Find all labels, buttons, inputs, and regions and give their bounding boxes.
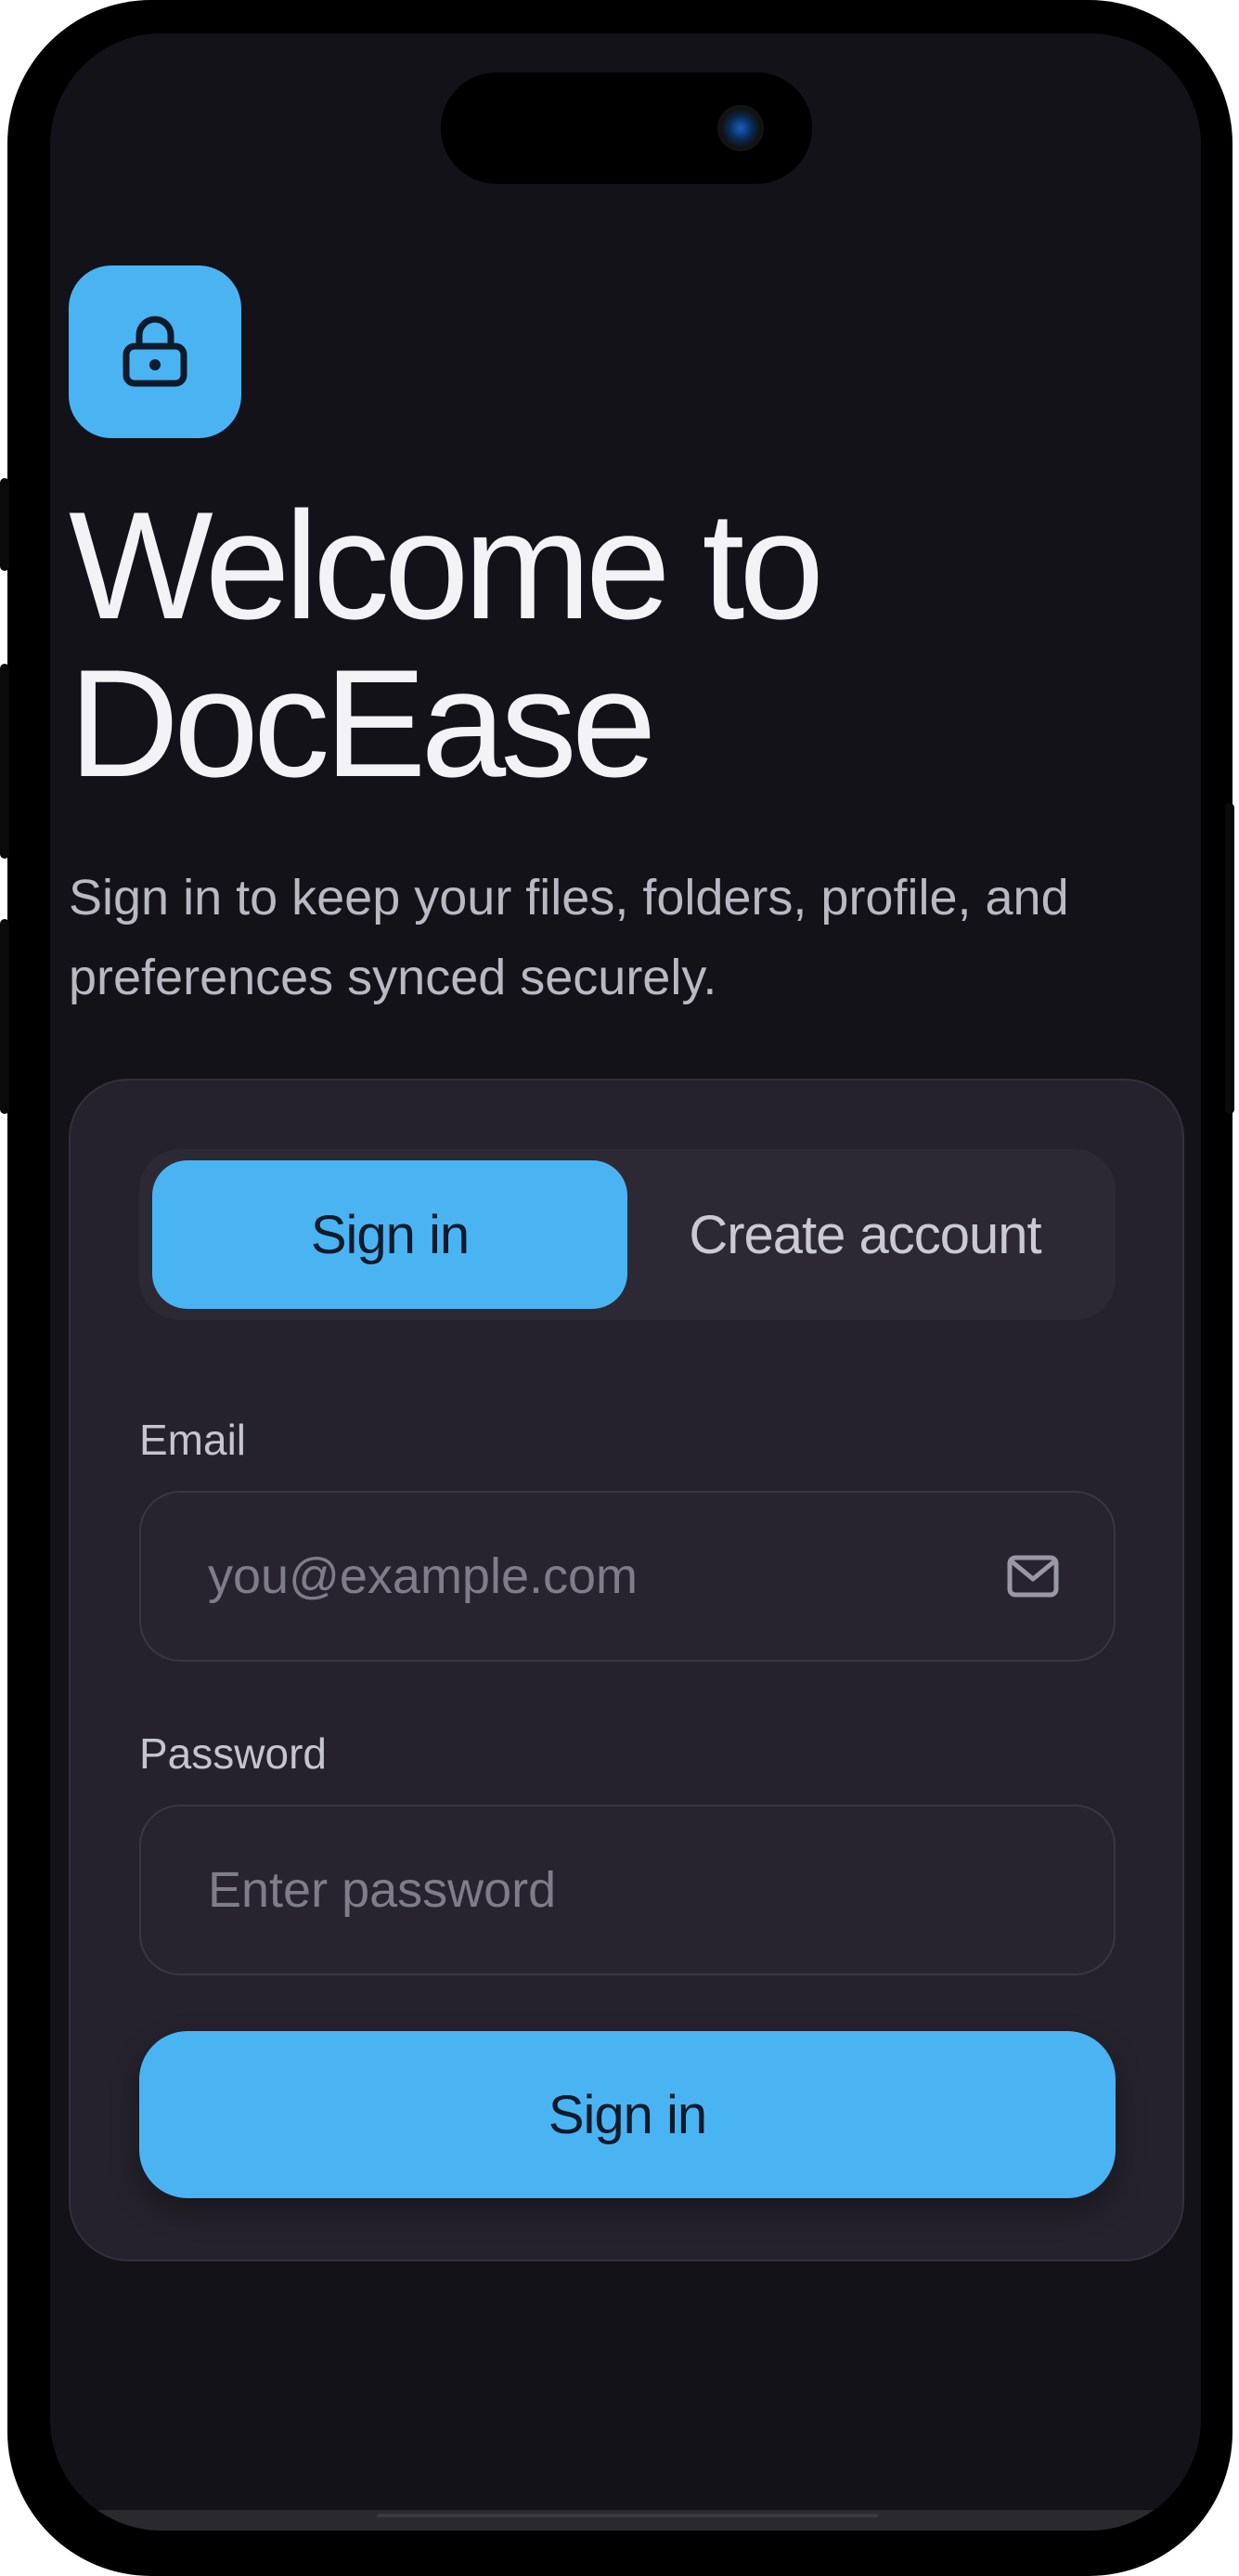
sign-in-card: Sign in Create account Email you@example… bbox=[69, 1079, 1184, 2261]
lock-icon bbox=[123, 316, 187, 387]
action-button bbox=[0, 478, 9, 571]
tab-sign-in[interactable]: Sign in bbox=[152, 1160, 627, 1309]
sign-in-button[interactable]: Sign in bbox=[139, 2031, 1116, 2198]
welcome-header: Welcome to DocEase Sign in to keep your … bbox=[69, 265, 1182, 1017]
page-title: Welcome to DocEase bbox=[69, 486, 1182, 802]
tab-create-account[interactable]: Create account bbox=[627, 1160, 1103, 1309]
app-screen: Welcome to DocEase Sign in to keep your … bbox=[50, 33, 1201, 2531]
front-camera bbox=[717, 105, 764, 151]
password-placeholder: Enter password bbox=[208, 1862, 557, 1918]
password-label: Password bbox=[139, 1729, 327, 1778]
password-field[interactable]: Enter password bbox=[139, 1805, 1116, 1975]
email-label: Email bbox=[139, 1416, 247, 1464]
email-field[interactable]: you@example.com bbox=[139, 1491, 1116, 1662]
auth-mode-toggle: Sign in Create account bbox=[139, 1149, 1116, 1320]
title-line-2: DocEase bbox=[69, 638, 657, 809]
app-logo-tile bbox=[69, 265, 241, 438]
title-line-1: Welcome to bbox=[69, 480, 824, 651]
dynamic-island bbox=[441, 72, 812, 184]
email-placeholder: you@example.com bbox=[208, 1548, 639, 1604]
page-subtitle: Sign in to keep your files, folders, pro… bbox=[69, 870, 1069, 1005]
volume-down-button bbox=[0, 919, 9, 1114]
home-indicator bbox=[377, 2514, 878, 2518]
power-button bbox=[1225, 803, 1234, 1114]
phone-frame: Welcome to DocEase Sign in to keep your … bbox=[0, 0, 1234, 2576]
mail-icon bbox=[1007, 1555, 1059, 1598]
volume-up-button bbox=[0, 664, 9, 859]
